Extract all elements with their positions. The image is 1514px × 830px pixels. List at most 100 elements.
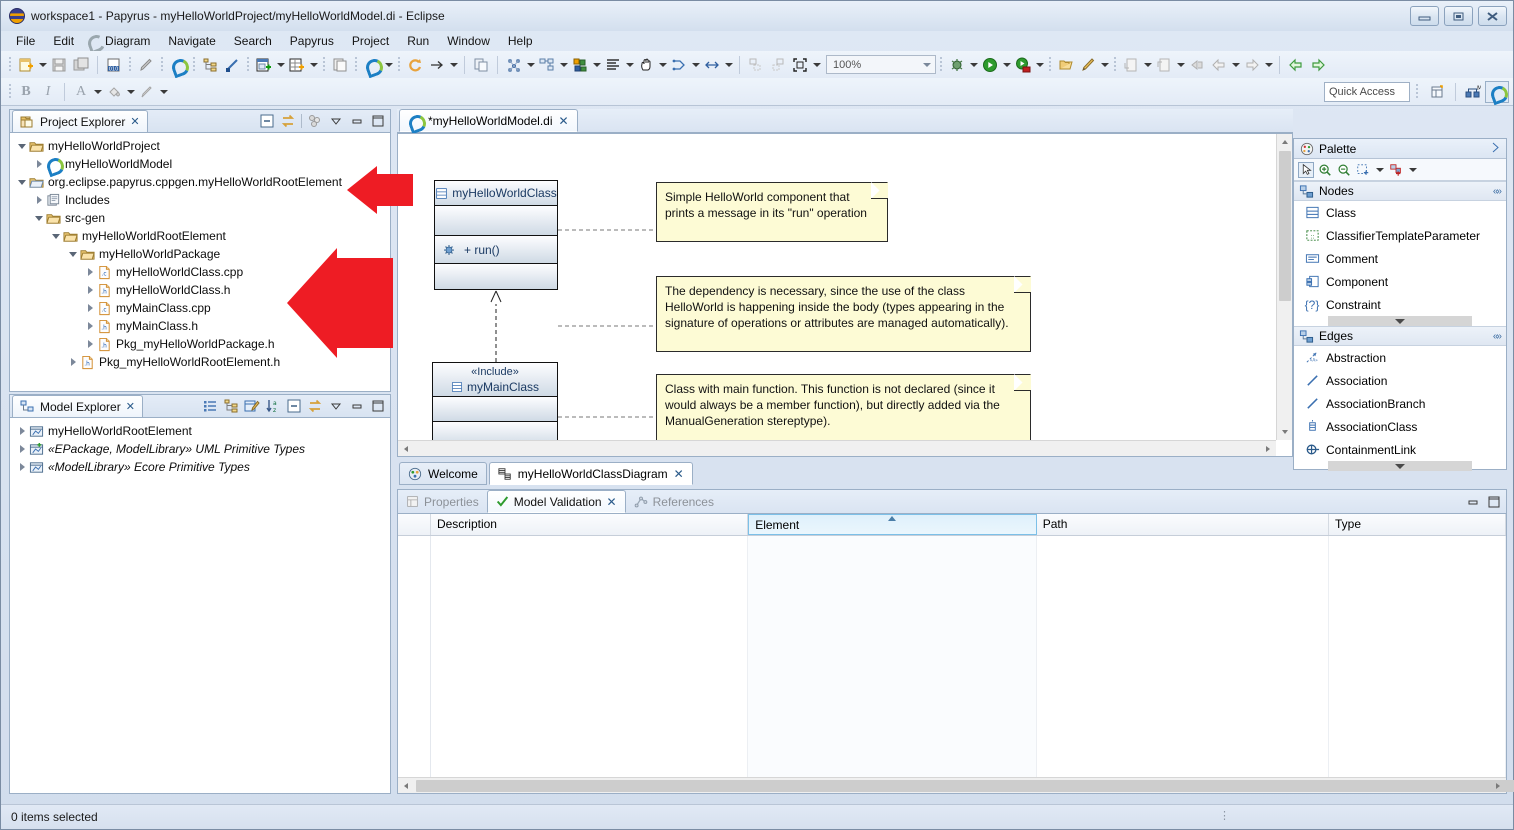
table-cell[interactable] <box>1329 628 1506 651</box>
twisty-open-icon[interactable] <box>67 245 79 263</box>
back-history-icon[interactable] <box>1208 54 1230 76</box>
hand-tool-icon[interactable] <box>635 54 657 76</box>
twisty-closed-icon[interactable] <box>67 353 79 371</box>
new-diagram-dropdown[interactable] <box>275 54 286 76</box>
text-align-dropdown[interactable] <box>624 54 635 76</box>
coverage-icon[interactable] <box>1012 54 1034 76</box>
table-row[interactable] <box>398 559 1506 582</box>
table-row[interactable] <box>398 605 1506 628</box>
paste-view-icon[interactable] <box>329 54 351 76</box>
marquee-dropdown-icon[interactable] <box>1374 162 1385 178</box>
save-all-icon[interactable] <box>70 54 92 76</box>
collapse-section-icon[interactable]: «» <box>1493 331 1502 342</box>
tree-item[interactable]: src-gen <box>10 209 390 227</box>
page-tab-welcome[interactable]: Welcome <box>399 462 487 485</box>
table-cell[interactable] <box>431 651 749 674</box>
twisty-closed-icon[interactable] <box>84 335 96 353</box>
zoom-level-combo[interactable]: 100% <box>826 55 936 74</box>
minimize-icon[interactable] <box>349 398 365 414</box>
twisty-closed-icon[interactable] <box>16 458 28 476</box>
line-style-icon[interactable] <box>221 54 243 76</box>
scroll-left-arrow[interactable] <box>398 778 414 794</box>
outline-tree-icon[interactable] <box>199 54 221 76</box>
twisty-open-icon[interactable] <box>50 227 62 245</box>
snap-left-icon[interactable] <box>745 54 767 76</box>
zoom-in-icon[interactable] <box>1317 162 1333 178</box>
tree-item[interactable]: Includes <box>10 191 390 209</box>
table-cell[interactable] <box>748 651 1037 674</box>
table-cell[interactable] <box>1037 766 1330 777</box>
papyrus-model-dropdown[interactable] <box>383 54 394 76</box>
twisty-closed-icon[interactable] <box>84 263 96 281</box>
hand-tool-dropdown[interactable] <box>657 54 668 76</box>
table-cell[interactable] <box>431 582 749 605</box>
page-tab-classdiagram[interactable]: myHelloWorldClassDiagram ✕ <box>488 462 693 485</box>
maximize-button[interactable] <box>1444 6 1473 26</box>
twisty-closed-icon[interactable] <box>16 422 28 440</box>
save-icon[interactable] <box>48 54 70 76</box>
scroll-thumb[interactable] <box>1279 151 1291 301</box>
scroll-right-arrow[interactable] <box>1490 778 1506 794</box>
scroll-right-arrow[interactable] <box>1260 441 1276 457</box>
table-cell[interactable] <box>431 697 749 720</box>
table-row[interactable] <box>398 582 1506 605</box>
fit-to-page-icon[interactable] <box>789 54 811 76</box>
table-row[interactable] <box>398 674 1506 697</box>
previous-annotation-icon[interactable] <box>1153 54 1175 76</box>
table-cell[interactable] <box>748 605 1037 628</box>
diagram-note-1[interactable]: Simple HelloWorld component that prints … <box>656 182 888 242</box>
next-annotation-dropdown[interactable] <box>1142 54 1153 76</box>
tree-item[interactable]: org.eclipse.papyrus.cppgen.myHelloWorldR… <box>10 173 390 191</box>
table-cell[interactable] <box>748 536 1037 559</box>
forward-history-icon[interactable] <box>1241 54 1263 76</box>
search-pencil-dropdown[interactable] <box>1099 54 1110 76</box>
toolbar-grip[interactable] <box>9 56 11 73</box>
new-wizard-dropdown[interactable] <box>37 54 48 76</box>
scroll-left-arrow[interactable] <box>398 441 414 457</box>
palette-item-association[interactable]: Association <box>1294 369 1506 392</box>
back-green-icon[interactable] <box>1285 54 1307 76</box>
debug-icon[interactable] <box>946 54 968 76</box>
table-cell[interactable] <box>1329 720 1506 743</box>
select-tool-icon[interactable] <box>1298 161 1314 178</box>
arrow-right-dropdown[interactable] <box>448 54 459 76</box>
back-history-dropdown[interactable] <box>1230 54 1241 76</box>
table-cell[interactable] <box>748 674 1037 697</box>
table-cell[interactable] <box>748 720 1037 743</box>
italic-icon[interactable]: I <box>37 81 59 103</box>
table-cell[interactable] <box>748 697 1037 720</box>
close-icon[interactable]: ✕ <box>130 115 139 128</box>
uml-class-myhelloworldclass[interactable]: myHelloWorldClass + run() <box>434 180 558 290</box>
table-row[interactable] <box>398 743 1506 766</box>
menu-navigate[interactable]: Navigate <box>159 32 224 50</box>
collapse-section-icon[interactable]: «» <box>1493 186 1502 197</box>
table-cell[interactable] <box>1329 605 1506 628</box>
coverage-dropdown[interactable] <box>1034 54 1045 76</box>
tab-model-explorer[interactable]: Model Explorer ✕ <box>12 395 143 417</box>
minimize-icon[interactable] <box>1465 494 1481 510</box>
table-cell[interactable] <box>1037 697 1330 720</box>
minimize-button[interactable] <box>1410 6 1439 26</box>
bold-icon[interactable]: B <box>15 81 37 103</box>
diagram-horizontal-scrollbar[interactable] <box>398 440 1276 456</box>
text-align-icon[interactable] <box>602 54 624 76</box>
palette-item-associationbranch[interactable]: AssociationBranch <box>1294 392 1506 415</box>
open-type-icon[interactable] <box>1055 54 1077 76</box>
palette-item-component[interactable]: Component <box>1294 270 1506 293</box>
table-cell[interactable] <box>1037 582 1330 605</box>
collapse-all-icon[interactable] <box>259 113 275 129</box>
status-resize-grip[interactable]: ⋮ <box>1219 809 1230 822</box>
forward-history-dropdown[interactable] <box>1263 54 1274 76</box>
tree-item[interactable]: myHelloWorldProject <box>10 137 390 155</box>
tree-item[interactable]: myHelloWorldRootElement <box>10 227 390 245</box>
palette-item-classifiertemplateparameter[interactable]: :: ClassifierTemplateParameter <box>1294 224 1506 247</box>
stereotype-tool-icon[interactable] <box>1388 162 1404 178</box>
back-icon[interactable] <box>1186 54 1208 76</box>
maximize-icon[interactable] <box>370 398 386 414</box>
distribute-dropdown[interactable] <box>591 54 602 76</box>
table-cell[interactable] <box>431 766 749 777</box>
resize-icon[interactable] <box>701 54 723 76</box>
twisty-closed-icon[interactable] <box>33 191 45 209</box>
palette-item-associationclass[interactable]: AssociationClass <box>1294 415 1506 438</box>
table-cell[interactable] <box>1037 559 1330 582</box>
